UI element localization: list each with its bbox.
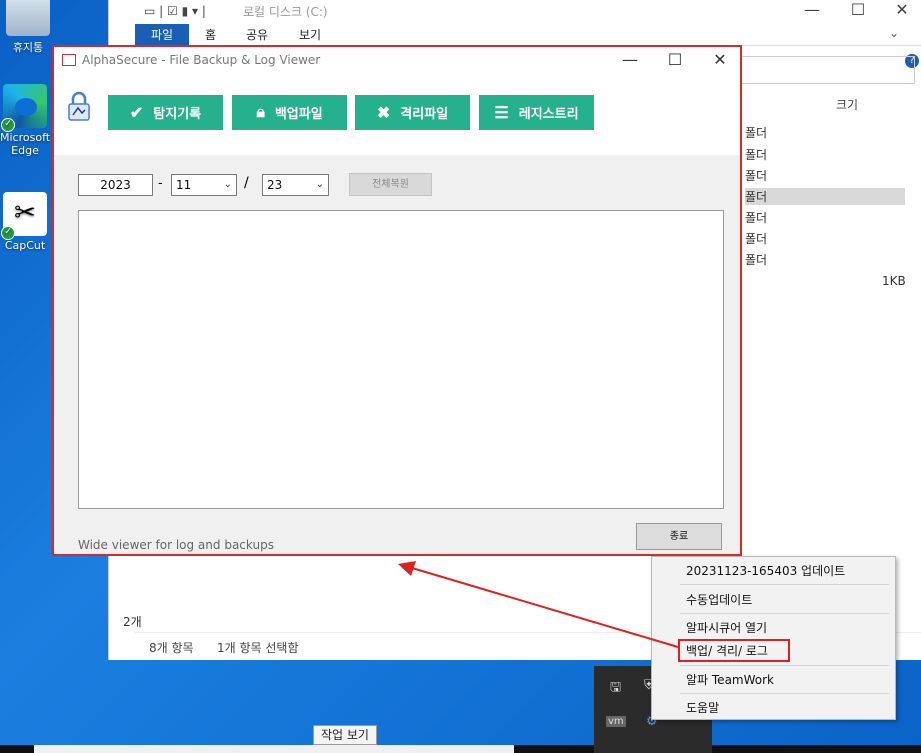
list-item-type: 폴더: [745, 126, 768, 140]
list-item-size: 1KB: [882, 274, 906, 288]
window-title: AlphaSecure - File Backup & Log Viewer: [82, 53, 321, 67]
backup-files-button[interactable]: 🔒︎ 백업파일: [232, 95, 347, 130]
minimize-button[interactable]: —: [789, 0, 835, 20]
edge-icon: ✓: [1, 84, 47, 132]
app-logo-icon: [62, 54, 76, 66]
desktop-icon-capcut[interactable]: ✂ ✓ CapCut: [0, 192, 50, 252]
quick-access-toolbar[interactable]: ▭ | ☑ ▮ ▾ |: [144, 4, 206, 18]
app-titlebar: AlphaSecure - File Backup & Log Viewer —…: [54, 47, 740, 75]
menu-item-help[interactable]: 도움말: [686, 699, 719, 716]
menu-item-teamwork[interactable]: 알파 TeamWork: [686, 671, 774, 688]
menu-item-open-alphasecure[interactable]: 알파시큐어 열기: [686, 619, 767, 636]
sync-check-icon: ✓: [1, 118, 15, 132]
list-item-type: 폴더: [745, 253, 768, 267]
menu-separator: [680, 584, 889, 585]
log-viewer-textarea[interactable]: [78, 210, 724, 509]
taskbar-search[interactable]: [34, 745, 514, 753]
button-label: 레지스트리: [518, 106, 579, 121]
desktop-icon-label: CapCut: [4, 239, 46, 252]
desktop-icon-recycle-bin[interactable]: 휴지통: [0, 0, 56, 55]
date-separator-slash: /: [244, 175, 249, 191]
menu-item-manual-update[interactable]: 수동업데이트: [686, 591, 752, 608]
chevron-down-icon: ⌄: [223, 179, 232, 190]
detection-log-button[interactable]: ✔ 탐지기록: [108, 95, 223, 130]
button-label: 탐지기록: [153, 106, 202, 121]
quarantine-files-button[interactable]: ✖ 격리파일: [355, 95, 470, 130]
alphasecure-window: AlphaSecure - File Backup & Log Viewer —…: [52, 45, 742, 556]
vmware-icon[interactable]: vm: [606, 716, 626, 727]
menu-highlight-box: [678, 639, 790, 662]
usb-icon[interactable]: 🖫: [610, 678, 621, 700]
desktop-icon-label: 휴지통: [12, 41, 44, 54]
lock-icon: 🔒︎: [256, 103, 265, 121]
list-item-type: 폴더: [745, 211, 768, 225]
x-icon: ✖: [376, 104, 391, 122]
list-item-type: 폴더: [745, 232, 768, 246]
search-box[interactable]: [739, 56, 915, 84]
minimize-button[interactable]: —: [610, 49, 650, 71]
list-item-type-selected: 폴더: [745, 188, 905, 205]
toolbar: ✔ 탐지기록 🔒︎ 백업파일 ✖ 격리파일 ☰ 레지스트리: [54, 75, 740, 155]
month-select[interactable]: 11 ⌄: [171, 174, 237, 196]
day-value: 23: [267, 178, 283, 192]
chevron-down-icon: ⌄: [315, 179, 324, 190]
month-value: 11: [176, 178, 192, 192]
footer-description: Wide viewer for log and backups: [78, 538, 274, 552]
menu-separator: [680, 693, 889, 694]
column-header-size[interactable]: 크기: [836, 96, 858, 113]
status-selected-count: 1개 항목 선택함: [217, 641, 299, 655]
menu-separator: [680, 613, 889, 614]
taskbar: [0, 745, 921, 753]
registry-button[interactable]: ☰ 레지스트리: [479, 95, 594, 130]
maximize-button[interactable]: ☐: [835, 0, 881, 20]
nav-pane-count: 2개: [123, 615, 142, 629]
menu-item-update-version[interactable]: 20231123-165403 업데이트: [686, 562, 845, 579]
tab-file[interactable]: 파일: [135, 24, 189, 46]
tray-context-menu: 20231123-165403 업데이트 수동업데이트 알파시큐어 열기 백업/…: [651, 556, 896, 720]
task-view-tooltip: 작업 보기: [313, 725, 377, 745]
exit-button[interactable]: 종료: [636, 523, 722, 550]
status-item-count: 8개 항목: [149, 641, 194, 655]
maximize-button[interactable]: ☐: [655, 49, 695, 71]
capcut-icon: ✂ ✓: [1, 192, 47, 240]
button-label: 백업파일: [274, 106, 323, 121]
menu-lines-icon: ☰: [494, 104, 509, 122]
desktop-icon-label: Microsoft Edge: [0, 131, 51, 157]
ribbon-expand-icon[interactable]: ⌄: [889, 26, 899, 40]
content-area: 2023 - 11 ⌄ / 23 ⌄ 전체복원 Wide viewer for …: [54, 155, 740, 554]
explorer-ribbon-tabs: 파일 홈 공유 보기 ⌄ ?: [109, 24, 921, 68]
button-label: 격리파일: [400, 106, 449, 121]
explorer-title: 로컬 디스크 (C:): [243, 5, 328, 19]
day-select[interactable]: 23 ⌄: [262, 174, 329, 196]
restore-all-button[interactable]: 전체복원: [349, 173, 432, 196]
close-button[interactable]: ✕: [879, 0, 921, 20]
list-item-type: 폴더: [745, 148, 768, 162]
list-item-type: 폴더: [745, 169, 768, 183]
year-input[interactable]: 2023: [78, 174, 153, 196]
menu-separator: [680, 665, 889, 666]
desktop-icon-edge[interactable]: ✓ Microsoft Edge: [0, 84, 50, 157]
sync-check-icon: ✓: [1, 226, 15, 240]
tab-share[interactable]: 공유: [246, 26, 268, 43]
explorer-titlebar: ▭ | ☑ ▮ ▾ | 로컬 디스크 (C:) — ☐ ✕: [109, 0, 921, 24]
padlock-logo-icon: [68, 91, 90, 121]
recycle-bin-icon: [6, 0, 50, 36]
tab-home[interactable]: 홈: [205, 26, 216, 43]
close-button[interactable]: ✕: [700, 49, 740, 71]
date-separator-dash: -: [158, 176, 163, 191]
checkmark-icon: ✔: [129, 104, 144, 122]
tab-view[interactable]: 보기: [299, 26, 321, 43]
